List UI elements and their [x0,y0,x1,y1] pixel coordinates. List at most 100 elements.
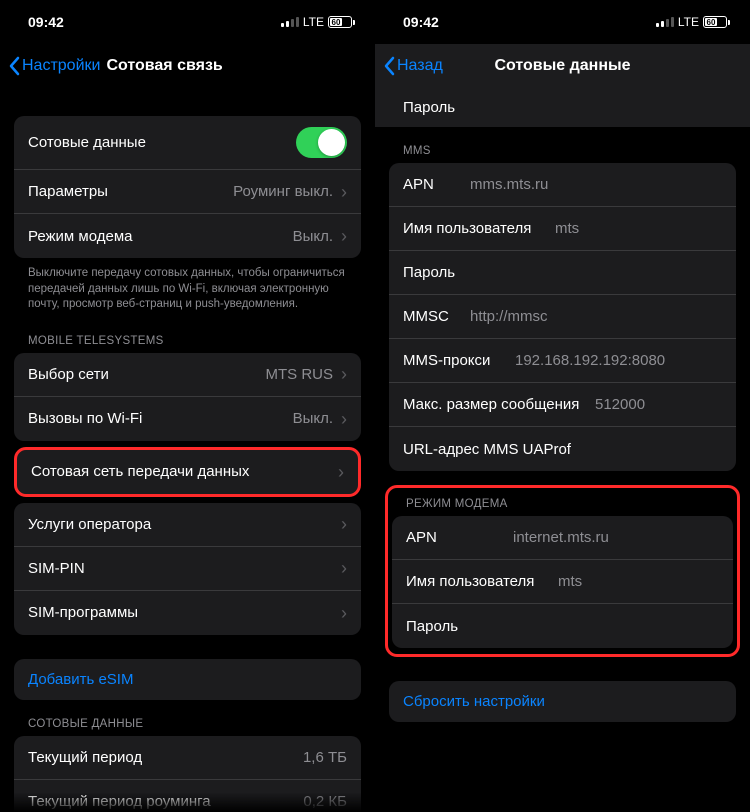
chevron-right-icon: › [341,365,347,383]
row-sim-apps[interactable]: SIM-программы › [14,591,361,635]
field-label: Макс. размер сообщения [403,396,583,413]
row-label: Сотовая сеть передачи данных [31,463,249,480]
row-value: Выкл. [293,228,333,245]
chevron-right-icon: › [341,515,347,533]
row-sim-pin[interactable]: SIM-PIN › [14,547,361,591]
row-value: MTS RUS [266,366,334,383]
group-usage: Текущий период 1,6 ТБ Текущий период роу… [14,736,361,812]
field-value: mts [555,220,579,237]
row-label: Вызовы по Wi-Fi [28,410,142,427]
group-data-network-highlight: Сотовая сеть передачи данных › [14,447,361,497]
field-label: MMS-прокси [403,352,503,369]
field-label: APN [406,529,461,546]
row-label: Параметры [28,183,108,200]
page-title: Сотовая связь [106,57,222,75]
row-network-selection[interactable]: Выбор сети MTS RUS › [14,353,361,397]
row-value: 0,2 КБ [303,793,347,810]
status-bar: 09:42 LTE 60 [375,0,750,44]
field-value: internet.mts.ru [513,529,609,546]
row-label: SIM-программы [28,604,138,621]
cellular-note: Выключите передачу сотовых данных, чтобы… [0,258,375,317]
hotspot-section-header: РЕЖИМ МОДЕМА [388,488,737,516]
field-value: mts [558,573,582,590]
status-bar: 09:42 LTE 60 [0,0,375,44]
field-label: URL-адрес MMS UAProf [403,441,571,458]
row-mmsc[interactable]: MMSC http://mmsc [389,295,736,339]
back-label: Настройки [22,57,100,75]
chevron-right-icon: › [338,463,344,481]
row-wifi-calling[interactable]: Вызовы по Wi-Fi Выкл. › [14,397,361,441]
status-time: 09:42 [28,14,64,30]
content-scroll[interactable]: Сотовые данные Параметры Роуминг выкл. ›… [0,88,375,812]
row-cellular-data[interactable]: Сотовые данные [14,116,361,170]
chevron-right-icon: › [341,227,347,245]
row-mms-proxy[interactable]: MMS-прокси 192.168.192.192:8080 [389,339,736,383]
field-label: MMSC [403,308,458,325]
group-carrier-2: Услуги оператора › SIM-PIN › SIM-програм… [14,503,361,635]
row-label: Режим модема [28,228,133,245]
content-scroll[interactable]: MMS APN mms.mts.ru Имя пользователя mts … [375,127,750,742]
group-carrier-1: Выбор сети MTS RUS › Вызовы по Wi-Fi Вык… [14,353,361,441]
row-hotspot-apn[interactable]: APN internet.mts.ru [392,516,733,560]
field-value: mms.mts.ru [470,176,548,193]
row-label: Выбор сети [28,366,109,383]
field-label: Пароль [403,264,458,281]
field-value: 512000 [595,396,645,413]
add-esim-button[interactable]: Добавить eSIM [14,659,361,700]
field-label: APN [403,176,458,193]
row-carrier-services[interactable]: Услуги оператора › [14,503,361,547]
row-mms-user[interactable]: Имя пользователя mts [389,207,736,251]
usage-section-header: СОТОВЫЕ ДАННЫЕ [0,700,375,736]
back-button[interactable]: Настройки [8,56,100,76]
row-hotspot-password[interactable]: Пароль [392,604,733,648]
row-label: Текущий период [28,749,142,766]
lte-label: LTE [678,15,699,29]
row-value: Роуминг выкл. [233,183,333,200]
group-cellular-main: Сотовые данные Параметры Роуминг выкл. ›… [14,116,361,258]
row-options[interactable]: Параметры Роуминг выкл. › [14,170,361,214]
row-mms-apn[interactable]: APN mms.mts.ru [389,163,736,207]
hotspot-highlight: РЕЖИМ МОДЕМА APN internet.mts.ru Имя пол… [385,485,740,657]
phone-cellular-data-network: 09:42 LTE 60 Назад Сотовые данные Пароль… [375,0,750,812]
signal-icon [281,17,299,27]
status-right: LTE 60 [281,15,355,29]
field-label: Пароль [406,618,461,635]
phone-cellular-settings: 09:42 LTE 60 Настройки Сотовая связь Сот… [0,0,375,812]
signal-icon [656,17,674,27]
row-cellular-data-network[interactable]: Сотовая сеть передачи данных › [17,450,358,494]
toggle-cellular-data[interactable] [296,127,347,158]
nav-header: Настройки Сотовая связь [0,44,375,88]
chevron-right-icon: › [341,604,347,622]
chevron-right-icon: › [341,410,347,428]
row-hotspot[interactable]: Режим модема Выкл. › [14,214,361,258]
group-mms: APN mms.mts.ru Имя пользователя mts Паро… [389,163,736,471]
row-mms-max[interactable]: Макс. размер сообщения 512000 [389,383,736,427]
chevron-left-icon [383,56,395,76]
back-button[interactable]: Назад [383,56,443,76]
row-roaming-period[interactable]: Текущий период роуминга 0,2 КБ [14,780,361,812]
carrier-section-header: MOBILE TELESYSTEMS [0,317,375,353]
field-value: 192.168.192.192:8080 [515,352,665,369]
chevron-left-icon [8,56,20,76]
chevron-right-icon: › [341,559,347,577]
row-current-period[interactable]: Текущий период 1,6 ТБ [14,736,361,780]
back-label: Назад [397,57,443,75]
row-hotspot-user[interactable]: Имя пользователя mts [392,560,733,604]
row-value: 1,6 ТБ [303,749,347,766]
row-mms-uaprof[interactable]: URL-адрес MMS UAProf [389,427,736,471]
field-value: http://mmsc [470,308,548,325]
battery-icon: 60 [703,16,730,28]
field-label: Имя пользователя [403,220,543,237]
chevron-right-icon: › [341,183,347,201]
row-label: Текущий период роуминга [28,793,211,810]
nav-header: Назад Сотовые данные [375,44,750,88]
row-password-top[interactable]: Пароль [375,88,750,127]
row-label: Сотовые данные [28,134,146,151]
group-hotspot: APN internet.mts.ru Имя пользователя mts… [392,516,733,648]
row-value: Выкл. [293,410,333,427]
row-mms-password[interactable]: Пароль [389,251,736,295]
field-label: Имя пользователя [406,573,546,590]
reset-settings-button[interactable]: Сбросить настройки [389,681,736,722]
row-label: SIM-PIN [28,560,85,577]
mms-section-header: MMS [375,127,750,163]
